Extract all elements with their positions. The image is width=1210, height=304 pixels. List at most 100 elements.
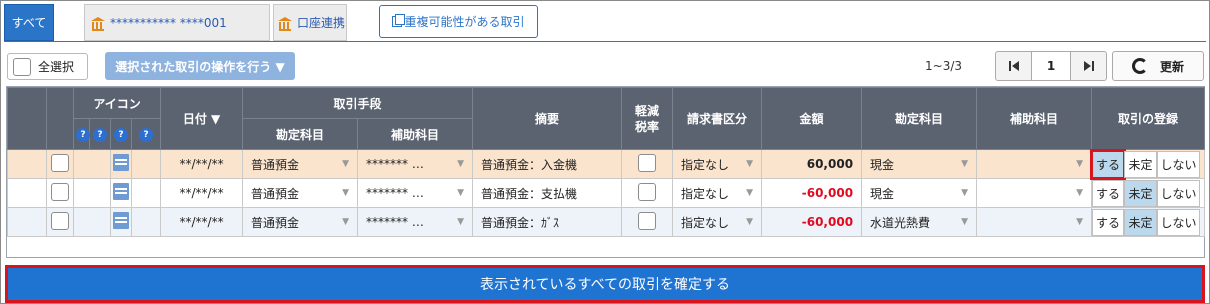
tab-divider [4, 41, 1206, 42]
account-item-select: 水道光熱費 ▼ [870, 215, 969, 230]
account-item-select: 現金 ▼ [870, 186, 969, 201]
chevron-down-icon: ▼ [457, 188, 465, 198]
register-do-button[interactable]: する [1092, 179, 1125, 207]
first-page-icon [1008, 61, 1019, 71]
first-page-button[interactable] [995, 51, 1032, 81]
row-summary: 普通預金：ｶﾞｽ [472, 207, 623, 237]
row-date: **/**/** [160, 178, 244, 208]
help-icon[interactable]: ? [89, 118, 111, 150]
register-options: する 未定 しない [1092, 179, 1204, 207]
account-item-select: 現金 ▼ [870, 157, 969, 172]
chevron-down-icon: ▼ [1076, 188, 1084, 198]
reduced-tax-checkbox[interactable] [638, 211, 657, 230]
row-checkbox[interactable] [51, 153, 69, 172]
row-date: **/**/** [160, 149, 244, 179]
refresh-icon [1131, 58, 1148, 74]
invoice-select: 指定なし ▼ [681, 186, 754, 201]
row-blank [7, 207, 47, 237]
chevron-down-icon: ▼ [961, 217, 969, 227]
invoice-select: 指定なし ▼ [681, 157, 754, 172]
chevron-down-icon: ▼ [1076, 217, 1084, 227]
header-reduced-tax: 軽減 税率 [621, 87, 674, 150]
row-blank [7, 149, 47, 179]
row-summary: 普通預金：支払機 [472, 178, 623, 208]
select-all-label: 全選択 [38, 60, 75, 74]
row-amount: -60,000 [761, 207, 863, 237]
bank-icon [91, 16, 105, 31]
register-no-button[interactable]: しない [1157, 150, 1201, 178]
help-icon[interactable]: ? [73, 118, 90, 150]
method-sub-select: ******* … ▼ [366, 186, 465, 200]
header-amount: 金額 [761, 87, 863, 150]
help-icon[interactable]: ? [130, 118, 162, 150]
header-date[interactable]: 日付 ▼ [160, 87, 244, 150]
chevron-down-icon: ▼ [961, 188, 969, 198]
header-account-item: 勘定科目 [861, 87, 978, 150]
header-checkbox [46, 87, 74, 150]
row-summary: 普通預金：入金機 [472, 149, 623, 179]
duplicate-transactions-button[interactable]: 重複可能性がある取引 [379, 5, 538, 38]
document-icon [113, 154, 129, 171]
sub-item-select: ▼ [977, 188, 1091, 198]
register-options: する 未定 しない [1092, 208, 1204, 236]
copy-icon [392, 14, 406, 27]
chevron-down-icon: ▼ [746, 188, 754, 198]
header-icon: アイコン [72, 87, 162, 119]
chevron-down-icon: ▼ [1076, 159, 1084, 169]
header-method-sub: 補助科目 [357, 118, 474, 150]
method-account-select: 普通預金 ▼ [251, 186, 350, 201]
invoice-select: 指定なし ▼ [681, 215, 754, 230]
reduced-tax-checkbox[interactable] [638, 182, 657, 201]
header-invoice: 請求書区分 [672, 87, 763, 150]
document-icon [113, 183, 129, 200]
sub-item-select: ▼ [977, 159, 1091, 169]
page-range: 1~3/3 [925, 59, 963, 73]
row-amount: 60,000 [761, 149, 863, 179]
confirm-all-button[interactable]: 表示されているすべての取引を確定する [5, 265, 1205, 303]
tab-link-label: 口座連携 [297, 16, 346, 30]
chevron-down-icon: ▼ [961, 159, 969, 169]
row-amount: -60,000 [761, 178, 863, 208]
chevron-down-icon: ▼ [342, 188, 350, 198]
row-checkbox[interactable] [51, 211, 69, 230]
chevron-down-icon: ▼ [457, 217, 465, 227]
header-method: 取引手段 [242, 87, 474, 119]
register-do-button[interactable]: する [1090, 148, 1127, 180]
header-summary: 摘要 [472, 87, 623, 150]
select-all-button[interactable]: 全選択 [7, 53, 88, 80]
duplicate-button-label: 重複可能性がある取引 [404, 15, 525, 29]
reduced-tax-checkbox[interactable] [638, 153, 657, 172]
refresh-button[interactable]: 更新 [1112, 51, 1204, 81]
chevron-down-icon: ▼ [746, 217, 754, 227]
tab-all[interactable]: すべて [4, 4, 54, 41]
bulk-action-button[interactable]: 選択された取引の操作を行う ▼ [105, 52, 295, 80]
tab-account-link[interactable]: 口座連携 [273, 4, 347, 41]
tab-account[interactable]: *********** ****001 [84, 4, 270, 41]
register-pending-button[interactable]: 未定 [1124, 150, 1158, 178]
bank-icon [278, 16, 292, 31]
register-no-button[interactable]: しない [1157, 208, 1201, 236]
transactions-panel: すべて *********** ****001 口座連携 重複可能性がある取引 … [0, 0, 1210, 304]
register-options: する 未定 しない [1090, 148, 1204, 180]
sub-item-select: ▼ [977, 217, 1091, 227]
refresh-label: 更新 [1159, 59, 1184, 74]
method-account-select: 普通預金 ▼ [251, 157, 350, 172]
register-pending-button[interactable]: 未定 [1124, 179, 1158, 207]
table-row: **/**/** 普通預金 ▼ ******* … ▼ 普通預金：入金機 指定なし ▼… [7, 148, 1206, 180]
row-checkbox[interactable] [51, 182, 69, 201]
register-do-button[interactable]: する [1092, 208, 1125, 236]
help-icon[interactable]: ? [110, 118, 132, 150]
tab-account-label: *********** ****001 [110, 15, 227, 30]
table-row: **/**/** 普通預金 ▼ ******* … ▼ 普通預金：ｶﾞｽ 指定なし ▼… [7, 207, 1206, 237]
register-pending-button[interactable]: 未定 [1124, 208, 1158, 236]
header-method-account: 勘定科目 [242, 118, 359, 150]
table-row: **/**/** 普通預金 ▼ ******* … ▼ 普通預金：支払機 指定なし ▼… [7, 178, 1206, 208]
chevron-down-icon: ▼ [342, 159, 350, 169]
header-register: 取引の登録 [1091, 87, 1206, 150]
register-no-button[interactable]: しない [1157, 179, 1201, 207]
method-account-select: 普通預金 ▼ [251, 215, 350, 230]
select-all-checkbox[interactable] [13, 57, 31, 76]
last-page-button[interactable] [1070, 51, 1107, 81]
header-sub-item: 補助科目 [976, 87, 1093, 150]
chevron-down-icon: ▼ [457, 159, 465, 169]
